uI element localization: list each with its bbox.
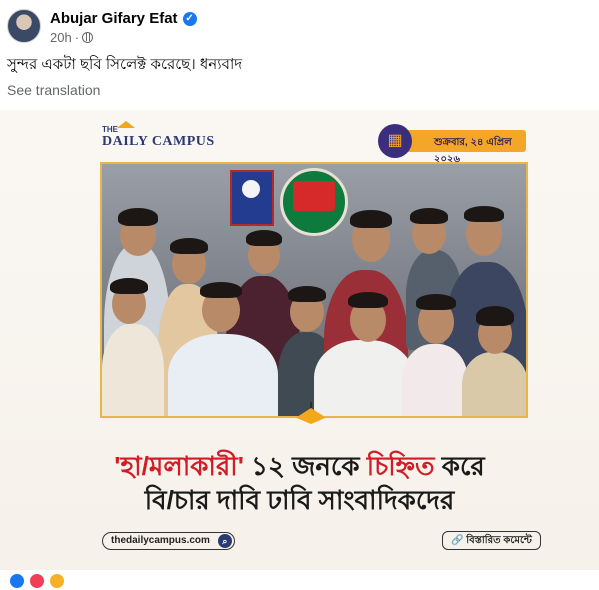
person-hair <box>348 292 388 308</box>
headline-end-1: করে <box>434 451 485 481</box>
university-emblem <box>230 170 274 226</box>
reaction-icons[interactable] <box>8 572 66 590</box>
post-header: Abujar Gifary Efat ✓ 20h · <box>0 0 599 50</box>
person <box>402 344 468 416</box>
person <box>462 352 526 416</box>
author-name-text[interactable]: Abujar Gifary Efat <box>50 10 178 27</box>
post-meta: 20h · <box>50 30 94 45</box>
headline-red-1: 'হা/মলাকারী' <box>114 451 244 481</box>
person <box>314 340 414 416</box>
person-hair <box>170 238 208 254</box>
person-hair <box>110 278 148 294</box>
person-hair <box>288 286 326 302</box>
person-hair <box>410 208 448 224</box>
person-hair <box>200 282 242 298</box>
headline-line-2: বি/চার দাবি ঢাবি সাংবাদিকদের <box>144 485 455 515</box>
person-hair <box>246 230 282 246</box>
search-icon: ⌕ <box>217 534 232 548</box>
website-url: thedailycampus.com ⌕ <box>102 532 235 550</box>
person <box>168 334 278 416</box>
post-text: সুন্দর একটা ছবি সিলেক্ট করেছে। ধন্যবাদ <box>7 56 243 73</box>
logo-name: DAILY CAMPUS <box>102 134 215 149</box>
care-reaction-icon <box>48 572 66 590</box>
person-hair <box>464 206 504 222</box>
party-emblem <box>280 168 348 236</box>
calendar-icon: ▦ <box>378 124 412 158</box>
avatar[interactable] <box>7 9 41 43</box>
post-image[interactable]: THE DAILY CAMPUS ▦ শুক্রবার, ২৪ এপ্রিল ২… <box>0 110 599 570</box>
globe-icon <box>82 32 94 43</box>
details-in-comment-badge: 🔗 বিস্তারিত কমেন্টে <box>442 531 541 550</box>
daily-campus-logo: THE DAILY CAMPUS <box>102 121 215 150</box>
person-hair <box>416 294 456 310</box>
person <box>102 324 164 416</box>
person-hair <box>350 210 392 228</box>
meta-separator: · <box>74 30 80 45</box>
person-hair <box>118 208 158 226</box>
like-reaction-icon <box>8 572 26 590</box>
author-name[interactable]: Abujar Gifary Efat ✓ <box>50 10 197 27</box>
post-time[interactable]: 20h <box>50 30 72 45</box>
love-reaction-icon <box>28 572 46 590</box>
headline-red-2: চিহ্নিত <box>366 451 435 481</box>
website-url-text: thedailycampus.com <box>111 535 210 546</box>
logo-the: THE <box>102 125 118 134</box>
group-photo <box>100 162 528 418</box>
person-hair <box>476 306 514 326</box>
verified-badge-icon: ✓ <box>182 11 197 26</box>
see-translation-link[interactable]: See translation <box>7 82 100 98</box>
headline-mid-1: ১২ জনকে <box>243 451 367 481</box>
date-badge: ▦ শুক্রবার, ২৪ এপ্রিল ২০২৬ <box>378 124 528 165</box>
